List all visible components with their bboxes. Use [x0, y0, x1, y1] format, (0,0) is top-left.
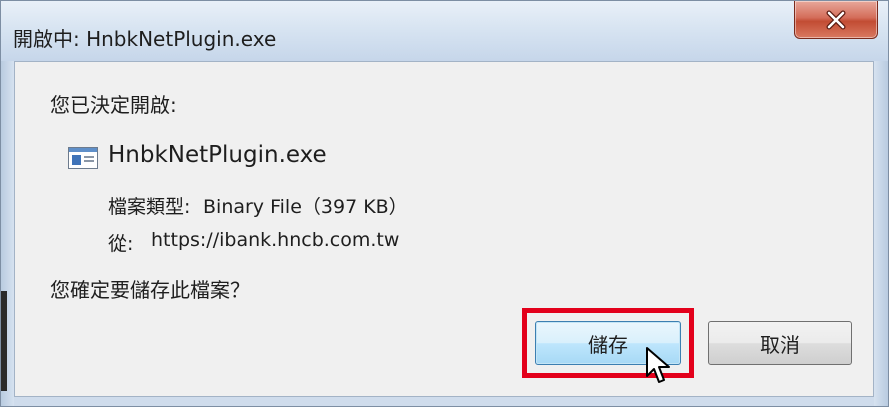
dialog-content: 您已決定開啟: HnbkNetPlugin.exe 檔案類型: Binary F…	[14, 61, 874, 397]
window-bottom-border	[14, 397, 874, 406]
background-edge	[1, 291, 7, 391]
source-label: 從:	[108, 233, 134, 255]
save-button[interactable]: 儲存	[535, 321, 681, 365]
download-dialog-window: 開啟中: HnbkNetPlugin.exe 您已決定開啟: HnbkNetPl…	[0, 0, 889, 407]
open-prompt-text: 您已決定開啟:	[50, 93, 177, 117]
file-type-value: Binary File（397 KB）	[203, 196, 408, 218]
cancel-button[interactable]: 取消	[708, 321, 852, 365]
source-url: https://ibank.hncb.com.tw	[151, 229, 400, 251]
window-right-border	[874, 61, 888, 406]
exe-file-icon	[68, 147, 98, 169]
save-question-text: 您確定要儲存此檔案？	[50, 278, 250, 302]
window-title: 開啟中: HnbkNetPlugin.exe	[13, 27, 277, 51]
file-name: HnbkNetPlugin.exe	[108, 142, 327, 168]
close-icon	[795, 1, 877, 38]
close-button[interactable]	[794, 1, 878, 39]
file-type-label: 檔案類型:	[108, 196, 191, 218]
title-bar[interactable]: 開啟中: HnbkNetPlugin.exe	[1, 1, 888, 61]
